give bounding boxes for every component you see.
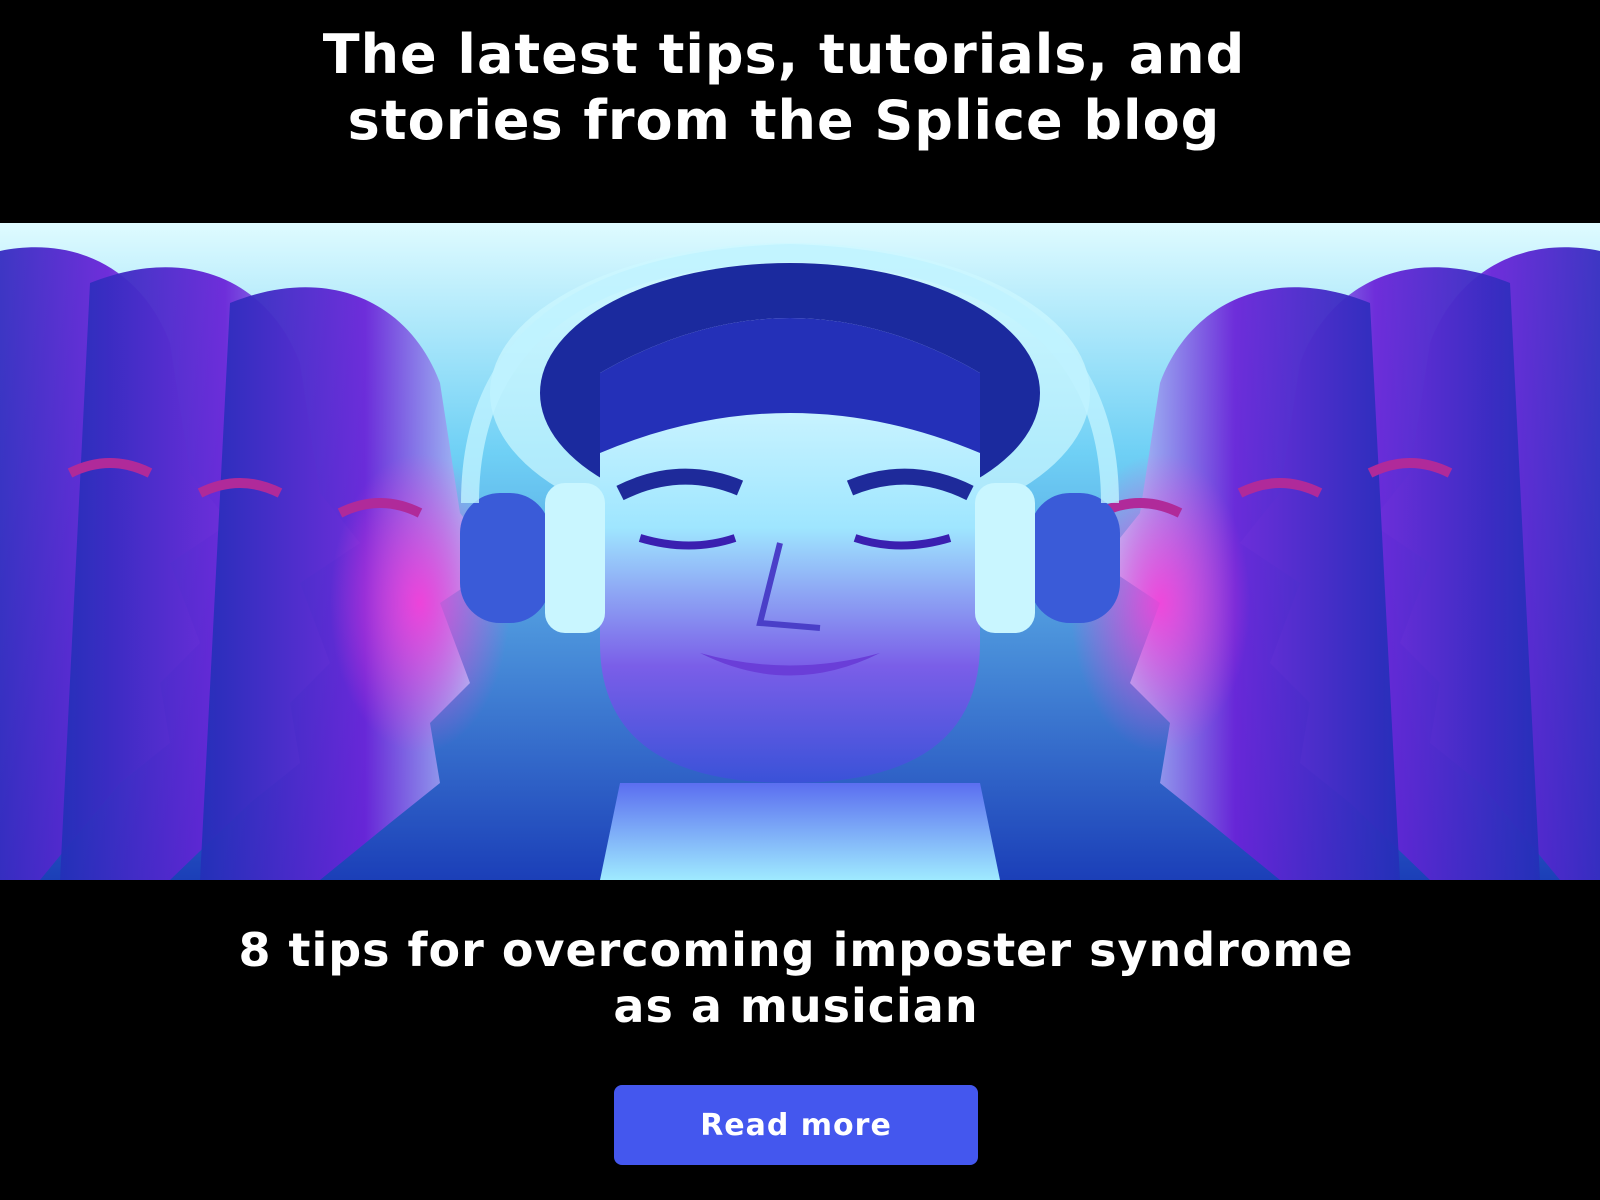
article-title-line-2: as a musician <box>613 979 979 1033</box>
headline-line-2: stories from the Splice blog <box>347 89 1221 152</box>
page-headline: The latest tips, tutorials, and stories … <box>0 22 1584 154</box>
hero-illustration[interactable] <box>0 223 1600 880</box>
article-title[interactable]: 8 tips for overcoming imposter syndrome … <box>0 922 1596 1034</box>
hero-illustration-svg <box>0 223 1600 880</box>
headline-line-1: The latest tips, tutorials, and <box>322 23 1246 86</box>
article-title-line-1: 8 tips for overcoming imposter syndrome <box>238 923 1354 977</box>
read-more-button[interactable]: Read more <box>614 1085 978 1165</box>
blog-promo-page: The latest tips, tutorials, and stories … <box>0 0 1600 1200</box>
